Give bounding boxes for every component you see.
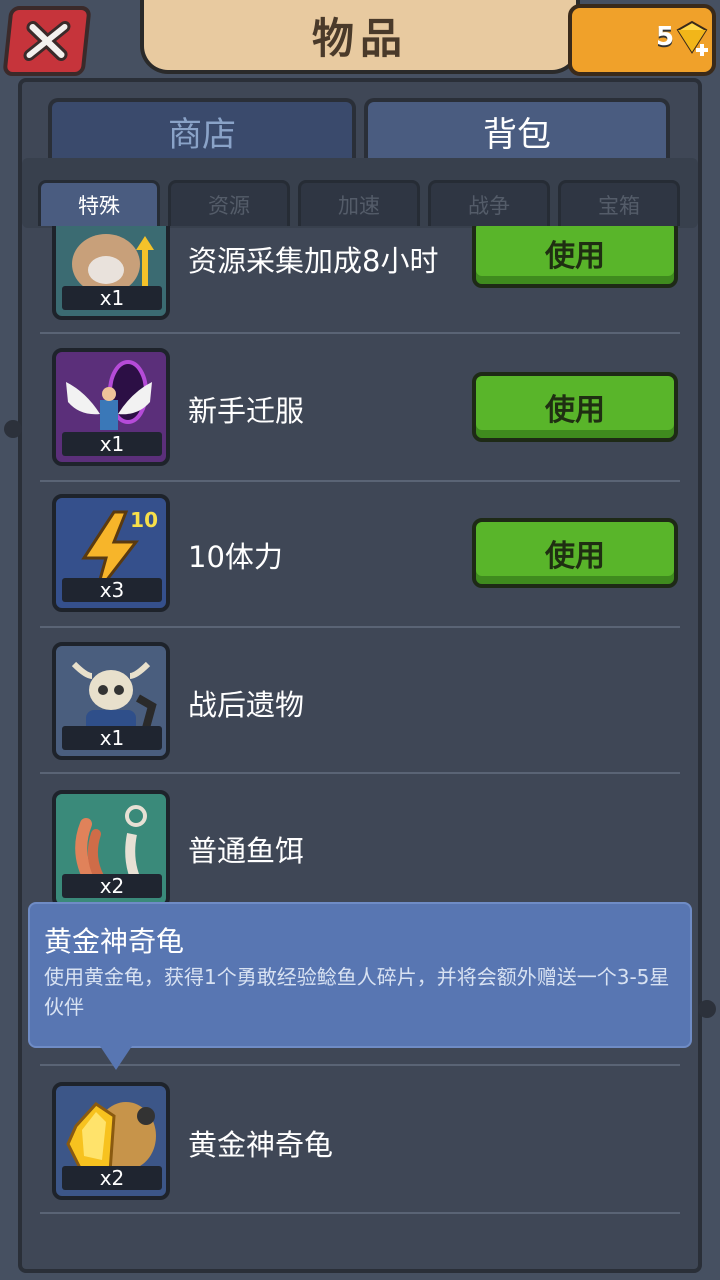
item-name: 资源采集加成8小时 xyxy=(188,244,439,278)
item-quantity: x2 xyxy=(62,874,162,898)
gem-count: 5 xyxy=(656,22,675,52)
close-button[interactable] xyxy=(2,6,92,76)
list-item: x2 黄金神奇龟 xyxy=(40,1066,680,1214)
close-icon xyxy=(23,21,71,61)
subtab-chest[interactable]: 宝箱 xyxy=(558,180,680,226)
main-tabs: 商店 背包 xyxy=(48,98,670,162)
item-quantity: x2 xyxy=(62,1166,162,1190)
panel-rivet xyxy=(698,1000,716,1018)
use-button[interactable]: 使用 xyxy=(472,226,678,288)
subtab-resources[interactable]: 资源 xyxy=(168,180,290,226)
gem-counter-button[interactable]: 5 xyxy=(568,4,716,76)
subtab-speedup[interactable]: 加速 xyxy=(298,180,420,226)
golden-turtle-icon[interactable]: x2 xyxy=(52,1082,170,1200)
item-quantity: x1 xyxy=(62,432,162,456)
category-tabs: 特殊 资源 加速 战争 宝箱 xyxy=(22,158,698,228)
item-name: 10体力 xyxy=(188,540,283,574)
item-tooltip: 黄金神奇龟 使用黄金龟，获得1个勇敢经验鲶鱼人碎片，并将会额外赠送一个3-5星伙… xyxy=(28,902,692,1070)
page-title: 物品 xyxy=(311,13,408,63)
title-banner: 物品 xyxy=(140,0,580,74)
tab-shop[interactable]: 商店 xyxy=(48,98,356,160)
lightning-icon[interactable]: 10 x3 xyxy=(52,494,170,612)
subtab-war[interactable]: 战争 xyxy=(428,180,550,226)
item-name: 黄金神奇龟 xyxy=(188,1128,334,1162)
item-list[interactable]: x1 资源采集加成8小时 使用 x1 新手迁服 使用 10 x3 10体力 使用… xyxy=(40,226,680,1221)
tooltip-description: 使用黄金龟，获得1个勇敢经验鲶鱼人碎片，并将会额外赠送一个3-5星伙伴 xyxy=(44,965,670,1019)
item-quantity: x1 xyxy=(62,286,162,310)
tab-bag[interactable]: 背包 xyxy=(364,98,670,160)
list-item: x1 资源采集加成8小时 使用 xyxy=(40,226,680,334)
diamond-plus-icon xyxy=(676,20,708,56)
tooltip-title: 黄金神奇龟 xyxy=(44,925,185,958)
item-name: 新手迁服 xyxy=(188,394,305,428)
skull-relic-icon[interactable]: x1 xyxy=(52,642,170,760)
panel-rivet xyxy=(4,420,22,438)
list-item: x1 战后遗物 xyxy=(40,626,680,774)
stamina-badge: 10 xyxy=(130,508,158,532)
winged-portal-icon[interactable]: x1 xyxy=(52,348,170,466)
list-item: 10 x3 10体力 使用 xyxy=(40,480,680,628)
item-quantity: x3 xyxy=(62,578,162,602)
worm-bait-icon[interactable]: x2 xyxy=(52,790,170,908)
use-button[interactable]: 使用 xyxy=(472,518,678,588)
item-name: 普通鱼饵 xyxy=(188,834,305,868)
item-name: 战后遗物 xyxy=(188,688,305,722)
list-item: x2 普通鱼饵 xyxy=(40,772,680,920)
item-quantity: x1 xyxy=(62,726,162,750)
list-item: x1 新手迁服 使用 xyxy=(40,334,680,482)
use-button[interactable]: 使用 xyxy=(472,372,678,442)
yak-warrior-icon[interactable]: x1 xyxy=(52,226,170,320)
subtab-special[interactable]: 特殊 xyxy=(38,180,160,226)
